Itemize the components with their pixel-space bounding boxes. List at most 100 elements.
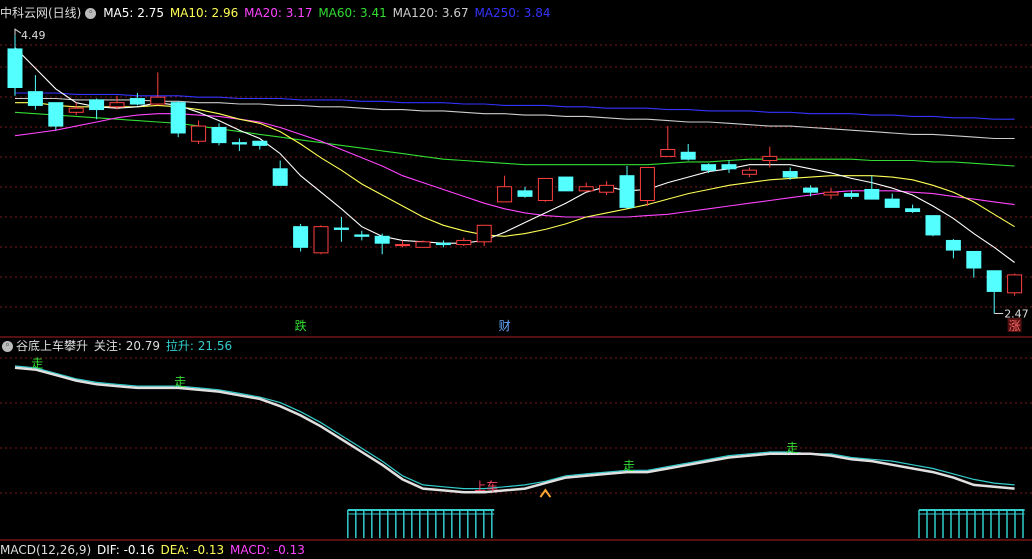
- candle: [843, 190, 859, 200]
- candle: [68, 102, 84, 116]
- candle: [27, 75, 43, 110]
- candle-body: [211, 126, 227, 144]
- candle-body: [252, 140, 268, 146]
- candle-body: [966, 250, 982, 269]
- candle: [558, 176, 574, 192]
- bottom-zone: [347, 509, 495, 538]
- candle-body: [170, 102, 186, 134]
- candle-body: [129, 98, 145, 105]
- stock-chart-canvas[interactable]: 4.492.47跌财涨走走上车走走: [0, 0, 1032, 550]
- indicator-signal-label: 上车: [474, 478, 498, 493]
- rise-line: [14, 365, 1015, 490]
- candle-body: [333, 227, 349, 230]
- candle: [231, 138, 247, 151]
- candle: [333, 217, 349, 242]
- candle-body: [476, 224, 492, 243]
- bottom-zone: [918, 509, 1025, 538]
- candle: [129, 93, 145, 106]
- candle-body: [109, 102, 125, 108]
- candle: [252, 140, 268, 150]
- candle: [619, 166, 635, 209]
- candle: [905, 204, 921, 213]
- candle: [680, 144, 696, 161]
- candle-body: [823, 191, 839, 196]
- candle-body: [884, 198, 900, 208]
- candle: [1007, 273, 1023, 296]
- candle-body: [231, 142, 247, 145]
- candle-body: [701, 164, 717, 171]
- signal-mark-label: 跌: [295, 318, 307, 333]
- candle-body: [7, 48, 23, 89]
- candle-body: [415, 241, 431, 248]
- candle-body: [293, 226, 309, 248]
- candle-body: [803, 187, 819, 193]
- candle: [966, 250, 982, 278]
- candle: [170, 101, 186, 138]
- candle-body: [27, 91, 43, 106]
- candle-body: [619, 175, 635, 208]
- candle-body: [313, 226, 329, 254]
- ma60-line: [14, 111, 1015, 167]
- candle: [354, 230, 370, 241]
- candle-body: [374, 235, 390, 244]
- candle-body: [762, 155, 778, 162]
- candle-body: [599, 184, 615, 193]
- candle: [660, 126, 676, 157]
- candle-body: [354, 234, 370, 237]
- candle-body: [843, 193, 859, 197]
- candle: [721, 160, 737, 173]
- candle-body: [578, 186, 594, 192]
- candle: [986, 270, 1002, 314]
- candle: [639, 166, 655, 206]
- ma5-line: [14, 47, 1015, 263]
- indicator-signal-label: 走: [31, 357, 43, 371]
- candle: [497, 175, 513, 203]
- candle-body: [660, 149, 676, 157]
- candle-body: [497, 186, 513, 203]
- candle-body: [48, 102, 64, 127]
- candle-body: [435, 242, 451, 246]
- candle-body: [680, 151, 696, 160]
- candle-body: [986, 270, 1002, 292]
- candle-body: [905, 208, 921, 213]
- candle: [435, 240, 451, 248]
- candle: [191, 120, 207, 144]
- candle-body: [945, 239, 961, 251]
- candle: [415, 240, 431, 248]
- candle: [89, 98, 105, 120]
- signal-mark-label: 财: [499, 319, 511, 333]
- candle: [211, 123, 227, 146]
- candle-body: [925, 215, 941, 236]
- candle-body: [68, 107, 84, 113]
- candle: [150, 72, 166, 106]
- candle-body: [639, 166, 655, 201]
- candle: [313, 225, 329, 255]
- candle: [272, 160, 288, 186]
- candle: [741, 167, 757, 178]
- candle-body: [782, 171, 798, 178]
- candle-body: [395, 244, 411, 247]
- candle-body: [864, 188, 880, 200]
- candle: [701, 163, 717, 173]
- candle: [823, 188, 839, 200]
- candle-body: [517, 190, 533, 197]
- indicator-signal-label: 走: [786, 441, 798, 455]
- candle-body: [741, 169, 757, 175]
- candle: [7, 35, 23, 96]
- indicator-signal-label: 走: [623, 459, 635, 473]
- candle: [374, 233, 390, 255]
- high-price-marker: 4.49: [21, 29, 46, 42]
- candle: [293, 223, 309, 252]
- rise-arrow-icon: [539, 488, 552, 498]
- candle: [537, 177, 553, 202]
- candle-body: [89, 99, 105, 111]
- candle-body: [456, 239, 472, 246]
- candle: [925, 215, 941, 237]
- candle-body: [1007, 274, 1023, 294]
- candle-body: [558, 176, 574, 192]
- candle: [884, 193, 900, 208]
- candle: [945, 239, 961, 259]
- candle: [456, 237, 472, 246]
- candle: [395, 240, 411, 248]
- candle-body: [272, 168, 288, 186]
